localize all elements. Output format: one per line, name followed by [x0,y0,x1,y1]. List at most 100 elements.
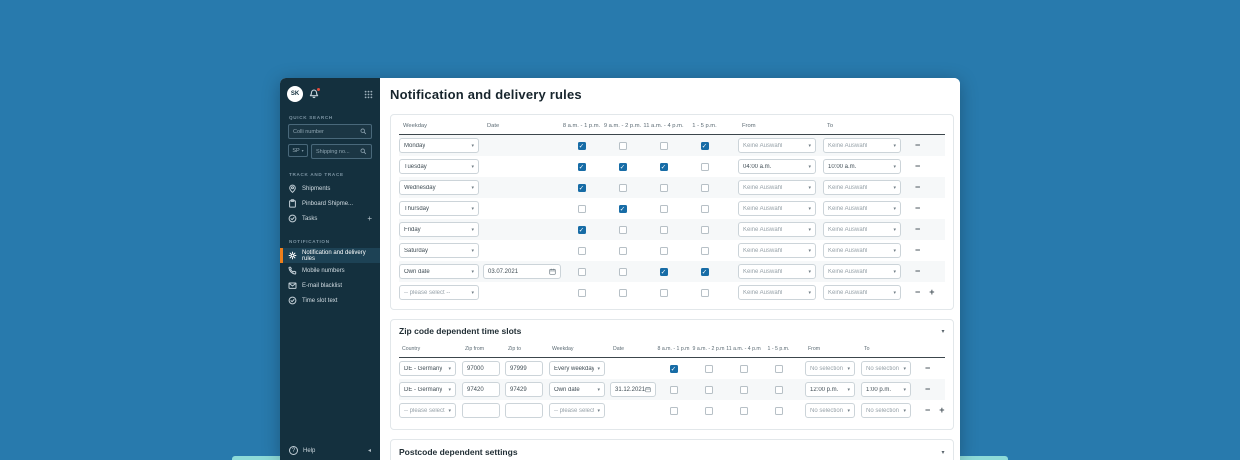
from-time-select[interactable]: Keine Auswahl ▾ [738,264,816,279]
remove-row-button[interactable]: − [925,406,930,415]
timeslot-checkbox[interactable]: ✓ [577,225,586,234]
weekday-select[interactable]: Own date ▾ [399,264,479,279]
timeslot-checkbox[interactable] [774,385,783,394]
weekday-select[interactable]: Saturday ▾ [399,243,479,258]
remove-row-button[interactable]: − [915,225,920,234]
sp-select[interactable]: SP ▾ [288,144,308,157]
timeslot-checkbox[interactable]: ✓ [577,162,586,171]
timeslot-checkbox[interactable] [704,364,713,373]
from-time-select[interactable]: No selection ▾ [805,403,855,418]
shipping-number-input[interactable]: Shipping no... [311,144,372,159]
collapse-section-icon[interactable]: ▾ [942,328,945,335]
add-row-button[interactable]: + [929,288,934,297]
timeslot-checkbox[interactable] [774,364,783,373]
collapse-section-icon[interactable]: ▾ [942,449,945,456]
add-task-button[interactable]: + [367,214,372,223]
timeslot-checkbox[interactable] [669,385,678,394]
from-time-select[interactable]: Keine Auswahl ▾ [738,138,816,153]
timeslot-checkbox[interactable] [739,385,748,394]
zip-from-input[interactable]: 97000 [462,361,500,376]
to-time-select[interactable]: Keine Auswahl ▾ [823,180,901,195]
sidebar-item-tasks[interactable]: Tasks + [280,211,380,226]
timeslot-checkbox[interactable]: ✓ [669,364,678,373]
country-select[interactable]: DE - Germany ▾ [399,382,456,397]
to-time-select[interactable]: 1:00 p.m. ▾ [861,382,911,397]
from-time-select[interactable]: Keine Auswahl ▾ [738,180,816,195]
timeslot-checkbox[interactable] [618,288,627,297]
weekday-select[interactable]: Thursday ▾ [399,201,479,216]
weekday-select[interactable]: -- please select --▾ [549,403,605,418]
timeslot-checkbox[interactable]: ✓ [577,141,586,150]
to-time-select[interactable]: Keine Auswahl ▾ [823,222,901,237]
remove-row-button[interactable]: − [915,288,920,297]
add-row-button[interactable]: + [939,406,944,415]
timeslot-checkbox[interactable]: ✓ [618,162,627,171]
timeslot-checkbox[interactable] [659,183,668,192]
weekday-select[interactable]: Every weekday ▾ [549,361,605,376]
timeslot-checkbox[interactable] [618,183,627,192]
timeslot-checkbox[interactable]: ✓ [659,162,668,171]
from-time-select[interactable]: Keine Auswahl ▾ [738,243,816,258]
to-time-select[interactable]: Keine Auswahl ▾ [823,264,901,279]
to-time-select[interactable]: Keine Auswahl ▾ [823,285,901,300]
zip-to-input[interactable] [505,403,543,418]
timeslot-checkbox[interactable] [659,141,668,150]
timeslot-checkbox[interactable] [659,288,668,297]
date-input[interactable]: 03.07.2021 [483,264,561,279]
timeslot-checkbox[interactable] [577,288,586,297]
from-time-select[interactable]: 04:00 a.m. ▾ [738,159,816,174]
timeslot-checkbox[interactable] [700,246,709,255]
timeslot-checkbox[interactable] [669,406,678,415]
weekday-select[interactable]: Wednesday ▾ [399,180,479,195]
timeslot-checkbox[interactable] [618,141,627,150]
timeslot-checkbox[interactable] [739,406,748,415]
timeslot-checkbox[interactable] [700,225,709,234]
from-time-select[interactable]: Keine Auswahl ▾ [738,285,816,300]
from-time-select[interactable]: 12:00 p.m. ▾ [805,382,855,397]
collapse-sidebar-icon[interactable]: ◂ [368,447,371,454]
timeslot-checkbox[interactable] [774,406,783,415]
weekday-select[interactable]: Tuesday ▾ [399,159,479,174]
remove-row-button[interactable]: − [915,162,920,171]
from-time-select[interactable]: Keine Auswahl ▾ [738,222,816,237]
remove-row-button[interactable]: − [915,267,920,276]
timeslot-checkbox[interactable] [700,288,709,297]
country-select[interactable]: DE - Germany ▾ [399,361,456,376]
to-time-select[interactable]: Keine Auswahl ▾ [823,201,901,216]
timeslot-checkbox[interactable] [618,246,627,255]
to-time-select[interactable]: No selection ▾ [861,361,911,376]
colli-number-input[interactable]: Colli number [288,124,372,139]
timeslot-checkbox[interactable] [739,364,748,373]
remove-row-button[interactable]: − [925,364,930,373]
sidebar-item-shipments[interactable]: Shipments [280,181,380,196]
zip-to-input[interactable]: 97999 [505,361,543,376]
timeslot-checkbox[interactable]: ✓ [577,183,586,192]
from-time-select[interactable]: No selection ▾ [805,361,855,376]
timeslot-checkbox[interactable] [577,246,586,255]
to-time-select[interactable]: No selection ▾ [861,403,911,418]
timeslot-checkbox[interactable] [700,183,709,192]
sidebar-help[interactable]: ? Help ◂ [280,446,380,455]
timeslot-checkbox[interactable] [577,204,586,213]
timeslot-checkbox[interactable] [659,225,668,234]
to-time-select[interactable]: 10:00 a.m. ▾ [823,159,901,174]
timeslot-checkbox[interactable]: ✓ [700,267,709,276]
sidebar-item-notification-and-delivery-rules[interactable]: Notification and delivery rules [280,248,380,263]
timeslot-checkbox[interactable] [704,385,713,394]
remove-row-button[interactable]: − [915,183,920,192]
sidebar-item-mobile-numbers[interactable]: Mobile numbers [280,263,380,278]
zip-from-input[interactable]: 97420 [462,382,500,397]
timeslot-checkbox[interactable]: ✓ [700,141,709,150]
remove-row-button[interactable]: − [925,385,930,394]
zip-from-input[interactable] [462,403,500,418]
weekday-select[interactable]: -- please select --▾ [399,285,479,300]
to-time-select[interactable]: Keine Auswahl ▾ [823,243,901,258]
weekday-select[interactable]: Own date ▾ [549,382,605,397]
date-input[interactable]: 31.12.2021 [610,382,656,397]
zip-to-input[interactable]: 97429 [505,382,543,397]
to-time-select[interactable]: Keine Auswahl ▾ [823,138,901,153]
timeslot-checkbox[interactable]: ✓ [618,204,627,213]
sidebar-item-pinboard-shipments[interactable]: Pinboard Shipme... [280,196,380,211]
timeslot-checkbox[interactable] [618,225,627,234]
sidebar-item-email-blacklist[interactable]: E-mail blacklist [280,278,380,293]
